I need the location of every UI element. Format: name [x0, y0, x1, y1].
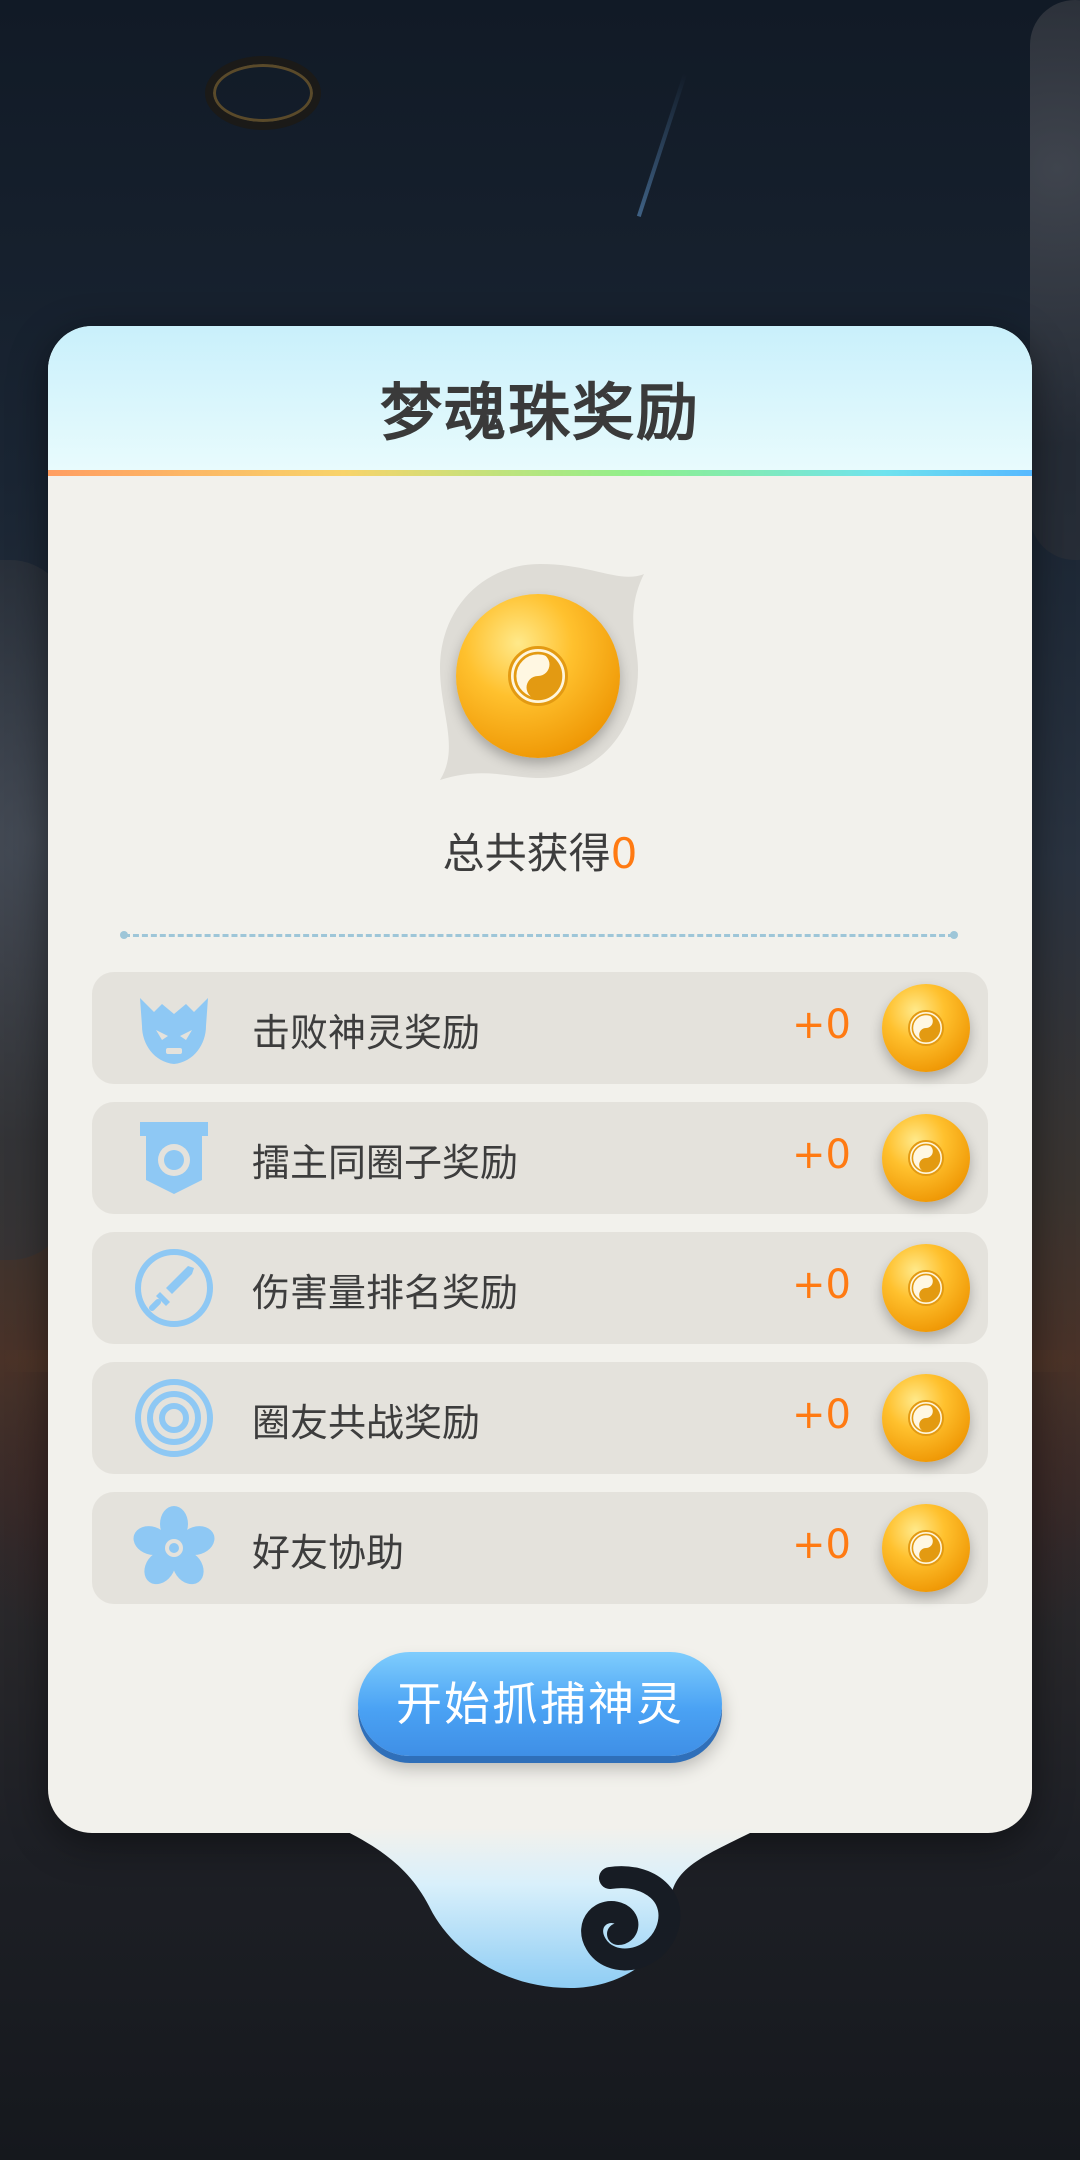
reward-dialog: 梦魂珠奖励 总共获得0 击败神灵奖励 +0 擂主同圈子奖励 +0 伤害量排名奖励… — [48, 326, 1032, 1833]
reward-label: 伤害量排名奖励 — [252, 1271, 519, 1315]
reward-row-same-circle: 擂主同圈子奖励 +0 — [92, 1102, 988, 1214]
total-label: 总共获得 — [442, 829, 611, 878]
reward-label: 圈友共战奖励 — [252, 1401, 481, 1445]
reward-row-friend-assist: 好友协助 +0 — [92, 1492, 988, 1604]
cloud-tail-decoration — [340, 1828, 760, 1988]
rings-icon — [132, 1376, 216, 1460]
dream-orb-icon — [882, 1114, 970, 1202]
dream-orb-icon — [882, 1374, 970, 1462]
reward-row-damage-rank: 伤害量排名奖励 +0 — [92, 1232, 988, 1344]
flower-icon — [132, 1506, 216, 1590]
cloud-right — [1030, 0, 1080, 560]
reward-value: +0 — [792, 1132, 851, 1178]
reward-label: 擂主同圈子奖励 — [252, 1141, 519, 1185]
header-divider — [48, 470, 1032, 476]
reward-value: +0 — [792, 1262, 851, 1308]
total-earned: 总共获得0 — [48, 820, 1032, 881]
reward-label: 好友协助 — [252, 1531, 405, 1575]
dotted-divider — [120, 931, 958, 941]
halo-ring-decoration — [205, 56, 321, 130]
reward-label: 击败神灵奖励 — [252, 1011, 481, 1055]
orb-hero — [424, 552, 656, 794]
reward-value: +0 — [792, 1522, 851, 1568]
demon-icon — [132, 986, 216, 1070]
reward-value: +0 — [792, 1392, 851, 1438]
dream-orb-icon — [456, 594, 620, 758]
dream-orb-icon — [882, 1244, 970, 1332]
dream-orb-icon — [882, 984, 970, 1072]
dialog-header: 梦魂珠奖励 — [48, 326, 1032, 470]
shield-icon — [132, 1116, 216, 1200]
reward-row-defeat: 击败神灵奖励 +0 — [92, 972, 988, 1084]
reward-value: +0 — [792, 1002, 851, 1048]
dream-orb-icon — [882, 1504, 970, 1592]
dialog-title: 梦魂珠奖励 — [379, 376, 700, 449]
sword-icon — [132, 1246, 216, 1330]
start-capture-button[interactable]: 开始抓捕神灵 — [358, 1652, 722, 1756]
total-value: 0 — [610, 829, 638, 878]
reward-row-circle-battle: 圈友共战奖励 +0 — [92, 1362, 988, 1474]
